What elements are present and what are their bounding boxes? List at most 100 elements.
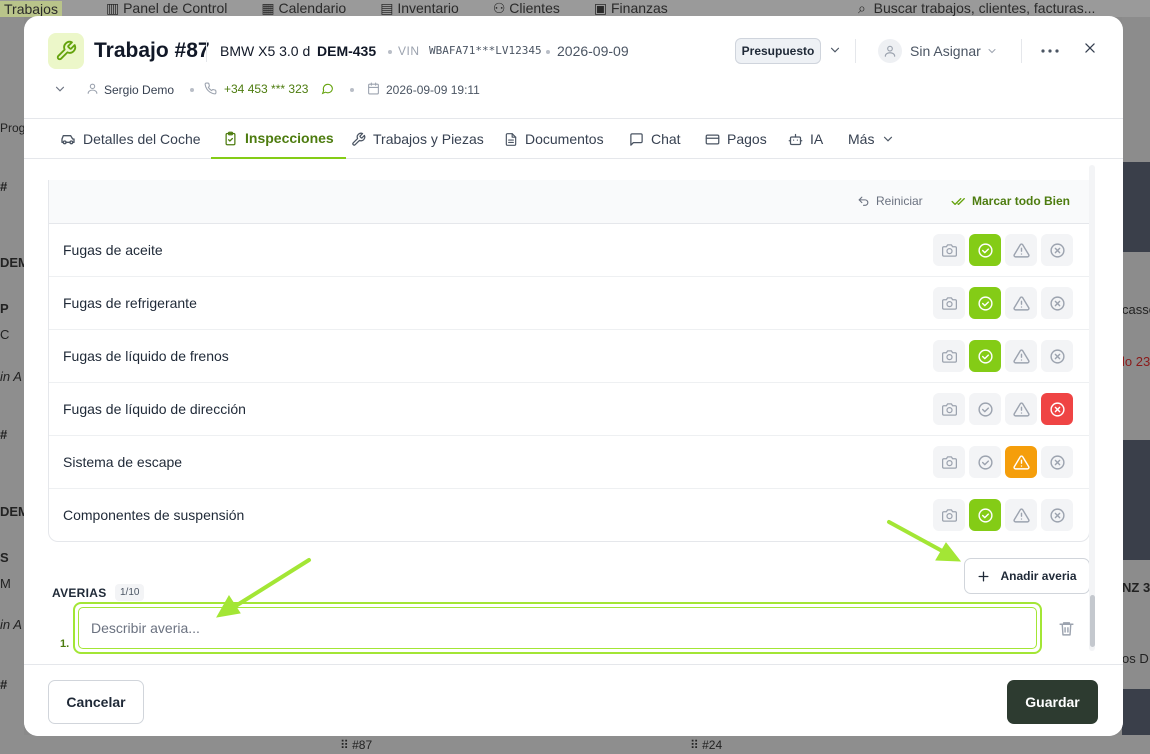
camera-icon[interactable] [933, 234, 965, 266]
x-circle-icon[interactable] [1041, 499, 1073, 531]
check-circle-icon[interactable] [969, 499, 1001, 531]
tab-inspections[interactable]: Inspecciones [211, 119, 346, 159]
background-search: ⌕ Buscar trabajos, clientes, facturas... [858, 0, 1096, 16]
check-circle-icon[interactable] [969, 234, 1001, 266]
averias-title: AVERIAS [52, 586, 107, 600]
save-button[interactable]: Guardar [1007, 680, 1098, 724]
chat-icon [630, 132, 643, 146]
user-icon [86, 82, 99, 100]
scrollbar-thumb[interactable] [1090, 595, 1095, 647]
x-circle-icon[interactable] [1041, 234, 1073, 266]
background-fragment: ⠿ #24 [690, 738, 723, 752]
background-nav-item: ▥ Panel de Control [105, 0, 228, 16]
inspection-content: Reiniciar Marcar todo Bien Fugas de acei… [24, 160, 1123, 664]
inspection-status-buttons [933, 340, 1073, 372]
chevron-down-icon[interactable] [828, 43, 842, 62]
background-fragment: # [0, 179, 8, 194]
tab-jobs-parts[interactable]: Trabajos y Piezas [351, 119, 484, 159]
plus-icon [978, 571, 989, 581]
separator-dot [546, 50, 550, 54]
tab-label: Inspecciones [245, 130, 334, 146]
x-circle-icon[interactable] [1041, 287, 1073, 319]
camera-icon[interactable] [933, 287, 965, 319]
inspection-item-label: Fugas de líquido de frenos [63, 348, 229, 364]
job-date: 2026-09-09 [557, 43, 629, 59]
warning-icon[interactable] [1005, 393, 1037, 425]
page-title: Trabajo #87 [94, 39, 210, 62]
inspection-item-label: Fugas de líquido de dirección [63, 401, 246, 417]
warning-icon[interactable] [1005, 287, 1037, 319]
background-nav-item: ▤ Inventario [380, 0, 459, 16]
separator-dot [350, 88, 354, 92]
double-check-icon [951, 197, 965, 205]
camera-icon[interactable] [933, 340, 965, 372]
more-icon[interactable] [1038, 41, 1062, 61]
background-fragment: NZ 31 [1122, 580, 1150, 595]
mark-all-ok-button[interactable]: Marcar todo Bien [951, 194, 1070, 208]
background-thumbnail [1122, 162, 1150, 252]
check-circle-icon[interactable] [969, 287, 1001, 319]
inspection-status-buttons [933, 446, 1073, 478]
inspection-status-buttons [933, 234, 1073, 266]
check-circle-icon[interactable] [969, 446, 1001, 478]
inspection-checklist: Reiniciar Marcar todo Bien Fugas de acei… [48, 180, 1090, 542]
background-fragment: lo 23 [1122, 354, 1150, 369]
inspection-status-buttons [933, 393, 1073, 425]
background-fragment: ⠿ #87 [340, 738, 373, 752]
cancel-button[interactable]: Cancelar [48, 680, 144, 724]
tab-chat[interactable]: Chat [629, 119, 681, 159]
background-right-panel: casso lo 23 NZ 31 os D [1122, 17, 1150, 754]
x-circle-icon[interactable] [1041, 340, 1073, 372]
car-icon [61, 135, 75, 145]
tab-ai[interactable]: IA [788, 119, 823, 159]
status-badge[interactable]: Presupuesto [735, 38, 821, 64]
background-nav: Trabajos ▥ Panel de Control ▦ Calendario… [0, 0, 668, 17]
inspection-row: Fugas de líquido de frenos [49, 330, 1089, 383]
check-circle-icon[interactable] [969, 393, 1001, 425]
inspection-row: Fugas de refrigerante [49, 277, 1089, 330]
close-icon[interactable] [1080, 38, 1100, 58]
background-fragment: in A [0, 617, 22, 632]
assignee-dropdown[interactable]: Sin Asignar [910, 43, 981, 59]
inspection-item-label: Fugas de aceite [63, 242, 163, 258]
scrollbar-track[interactable] [1089, 165, 1095, 651]
user-icon[interactable] [878, 39, 902, 63]
chevron-down-icon [884, 136, 893, 142]
tab-payments[interactable]: Pagos [705, 119, 767, 159]
camera-icon[interactable] [933, 446, 965, 478]
customer-phone[interactable]: +34 453 *** 323 [224, 82, 308, 96]
inspection-item-label: Componentes de suspensión [63, 507, 245, 523]
reset-label: Reiniciar [876, 194, 923, 208]
warning-icon[interactable] [1005, 340, 1037, 372]
averia-input-wrapper [73, 602, 1042, 654]
warning-icon[interactable] [1005, 234, 1037, 266]
tab-car-details[interactable]: Detalles del Coche [60, 119, 201, 159]
averia-description-input[interactable] [78, 607, 1037, 649]
averia-number: 1. [60, 638, 70, 650]
warning-icon[interactable] [1005, 446, 1037, 478]
trash-icon[interactable] [1058, 620, 1075, 642]
background-fragment: M [0, 576, 11, 591]
modal-footer: Cancelar Guardar [24, 664, 1123, 736]
tab-documents[interactable]: Documentos [504, 119, 604, 159]
separator-dot [388, 50, 392, 54]
background-nav-item: ▦ Calendario [261, 0, 347, 16]
inspection-status-buttons [933, 287, 1073, 319]
job-modal: Trabajo #87 BMW X5 3.0 d DEM-435 VIN WBA… [24, 16, 1123, 736]
camera-icon[interactable] [933, 499, 965, 531]
tab-bar: Detalles del Coche Inspecciones Trabajos… [24, 118, 1123, 159]
add-averia-button[interactable]: Anadir averia [964, 558, 1090, 594]
whatsapp-icon[interactable] [321, 82, 334, 100]
chevron-down-icon[interactable] [53, 82, 67, 101]
reset-button[interactable]: Reiniciar [857, 194, 923, 208]
background-fragment: P [0, 301, 9, 316]
warning-icon[interactable] [1005, 499, 1037, 531]
x-circle-icon[interactable] [1041, 446, 1073, 478]
tab-more[interactable]: Más [848, 119, 895, 159]
chevron-down-icon[interactable] [986, 44, 998, 62]
x-circle-icon[interactable] [1041, 393, 1073, 425]
camera-icon[interactable] [933, 393, 965, 425]
job-datetime: 2026-09-09 19:11 [386, 83, 480, 97]
check-circle-icon[interactable] [969, 340, 1001, 372]
customer-name[interactable]: Sergio Demo [104, 83, 174, 97]
